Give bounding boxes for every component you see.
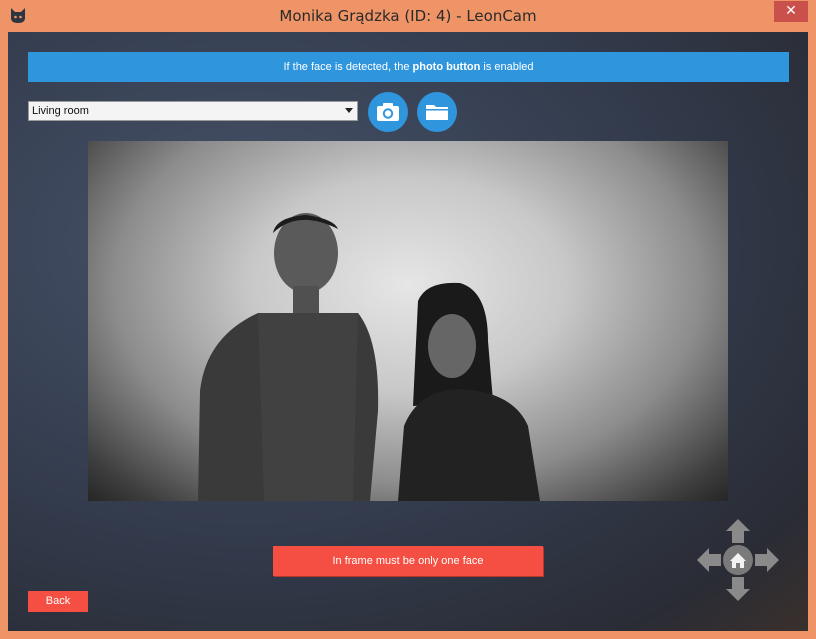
arrow-down-icon[interactable] [726,577,750,601]
camera-nav-pad [697,519,779,601]
info-banner: If the face is detected, the photo butto… [28,52,789,82]
arrow-left-icon[interactable] [697,548,721,572]
close-button[interactable]: ✕ [774,1,808,22]
back-button[interactable]: Back [28,591,88,612]
one-face-warning-button[interactable]: In frame must be only one face [273,546,543,576]
title-bar: Monika Grądzka (ID: 4) - LeonCam ✕ [0,0,816,32]
folder-button[interactable] [417,92,457,132]
info-text-after: is enabled [480,61,534,73]
arrow-up-icon[interactable] [726,519,750,543]
arrow-right-icon[interactable] [755,548,779,572]
app-window: Monika Grądzka (ID: 4) - LeonCam ✕ If th… [0,0,816,639]
chevron-down-icon [345,108,353,113]
folder-icon [426,105,448,120]
camera-icon [377,103,399,121]
photo-button[interactable] [368,92,408,132]
camera-dropdown-value: Living room [32,105,89,117]
info-text-before: If the face is detected, the [283,61,413,73]
home-icon[interactable] [723,545,753,575]
window-title: Monika Grądzka (ID: 4) - LeonCam [279,7,537,25]
info-text-bold: photo button [412,61,481,73]
camera-dropdown[interactable]: Living room [28,101,358,121]
main-panel: If the face is detected, the photo butto… [8,32,808,631]
preview-image [198,213,540,501]
camera-preview [88,141,728,501]
